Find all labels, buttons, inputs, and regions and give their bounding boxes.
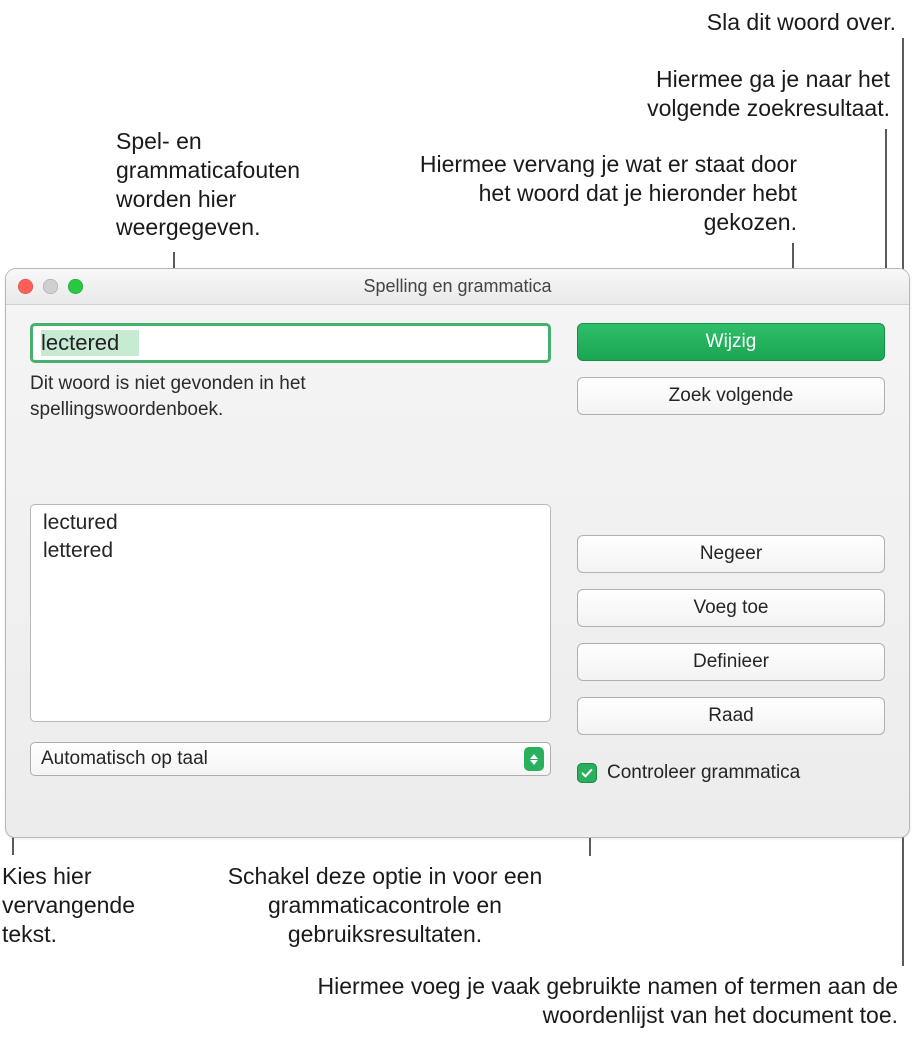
updown-icon [524,747,544,771]
language-select-label: Automatisch op taal [41,748,208,770]
language-select[interactable]: Automatisch op taal [30,742,551,776]
spelling-grammar-window: Spelling en grammatica Dit woord is niet… [5,268,910,838]
guess-button[interactable]: Raad [577,697,885,735]
check-grammar-label: Controleer grammatica [607,762,800,784]
check-grammar-row: Controleer grammatica [577,762,885,784]
add-button[interactable]: Voeg toe [577,589,885,627]
callout-grammar-toggle: Schakel deze optie in voor een grammatic… [185,862,585,948]
ignore-button[interactable]: Negeer [577,535,885,573]
suggestions-list[interactable]: lectured lettered [30,504,551,722]
window-title: Spelling en grammatica [6,276,909,297]
define-button[interactable]: Definieer [577,643,885,681]
titlebar: Spelling en grammatica [6,269,909,305]
callout-choose-replacement: Kies hier vervangende tekst. [2,862,182,948]
checkmark-icon [580,766,594,780]
not-found-message: Dit woord is niet gevonden in het spelli… [30,371,470,422]
left-column: Dit woord is niet gevonden in het spelli… [30,323,551,784]
callout-errors-shown: Spel- en grammaticafouten worden hier we… [116,127,376,242]
callout-replace: Hiermee vervang je wat er staat door het… [417,150,797,236]
callout-next-result: Hiermee ga je naar het volgende zoekresu… [570,65,890,123]
misspelled-field-wrap [30,323,551,363]
zoom-icon[interactable] [68,279,83,294]
callout-add-term: Hiermee voeg je vaak gebruikte namen of … [218,972,898,1030]
close-icon[interactable] [18,279,33,294]
misspelled-input[interactable] [41,330,540,356]
change-button[interactable]: Wijzig [577,323,885,361]
list-item[interactable]: lectured [31,509,550,537]
right-column: Wijzig Zoek volgende Negeer Voeg toe Def… [577,323,885,784]
find-next-button[interactable]: Zoek volgende [577,377,885,415]
window-controls [18,279,83,294]
check-grammar-checkbox[interactable] [577,763,597,783]
callout-skip-word: Sla dit woord over. [536,8,896,37]
list-item[interactable]: lettered [31,537,550,565]
minimize-icon[interactable] [43,279,58,294]
